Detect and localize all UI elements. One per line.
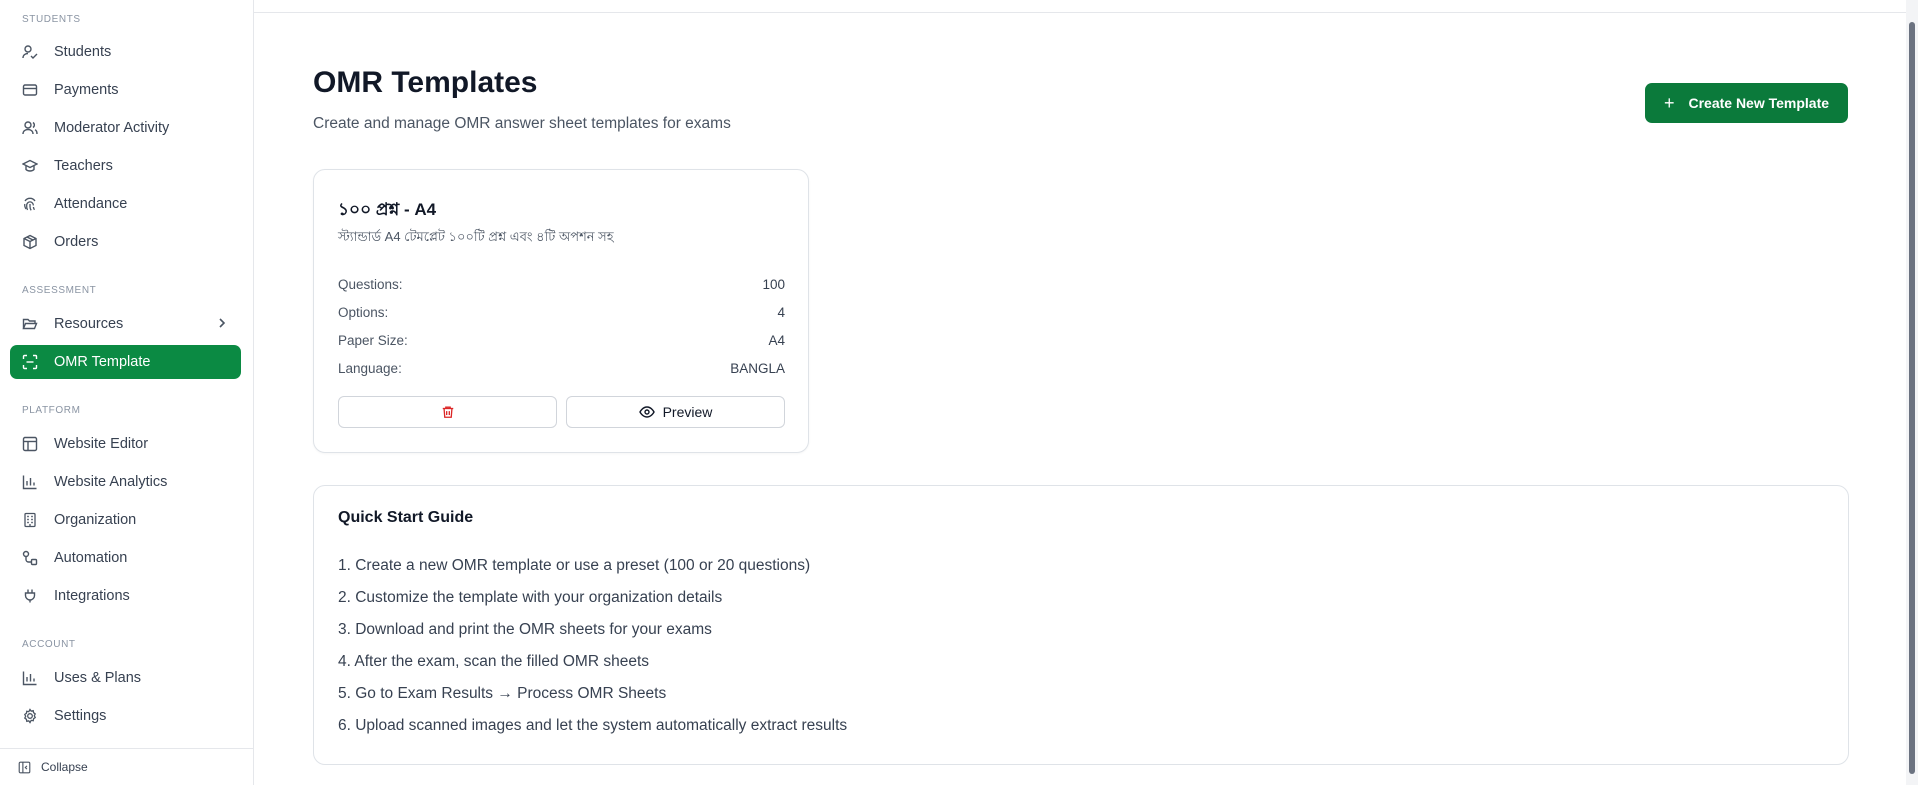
sidebar-item-orders[interactable]: Orders [10,225,241,259]
sidebar-item-omr-template[interactable]: OMR Template [10,345,241,379]
create-new-template-button[interactable]: + Create New Template [1645,83,1848,123]
section-label-students: STUDENTS [22,14,81,25]
sidebar-item-resources[interactable]: Resources [10,307,241,341]
sidebar-item-website-analytics[interactable]: Website Analytics [10,465,241,499]
sidebar-item-label: Payments [54,82,119,98]
plus-icon: + [1663,93,1675,113]
sidebar-item-label: Automation [54,550,128,566]
template-description: স্ট্যান্ডার্ড A4 টেমপ্লেট ১০০টি প্রশ্ন এ… [338,229,614,244]
stat-value: A4 [768,333,785,348]
quick-start-step: 4. After the exam, scan the filled OMR s… [338,653,650,670]
fingerprint-icon [22,196,38,212]
bar-chart-icon [22,474,38,490]
user-check-icon [22,44,38,60]
preview-label: Preview [662,404,713,420]
stat-options: Options: 4 [338,305,785,320]
page-title: OMR Templates [313,66,538,99]
sidebar-item-label: Orders [54,234,99,250]
stat-value: 100 [762,277,785,292]
sidebar-item-website-editor[interactable]: Website Editor [10,427,241,461]
workflow-icon [22,550,38,566]
sidebar-item-label: Teachers [54,158,113,174]
sidebar-item-label: Attendance [54,196,128,212]
sidebar-item-label: Students [54,44,112,60]
sidebar-item-teachers[interactable]: Teachers [10,149,241,183]
sidebar-item-label: OMR Template [54,354,151,370]
sidebar-item-payments[interactable]: Payments [10,73,241,107]
vertical-scrollbar[interactable] [1906,0,1918,785]
quick-start-step: 1. Create a new OMR template or use a pr… [338,557,811,574]
app-root: STUDENTS Students Payments Moderator Act… [0,0,1918,785]
sidebar-item-attendance[interactable]: Attendance [10,187,241,221]
page-subtitle: Create and manage OMR answer sheet templ… [313,115,731,132]
layout-icon [22,436,38,452]
quick-start-step: 3. Download and print the OMR sheets for… [338,621,712,638]
plug-icon [22,588,38,604]
quick-start-title: Quick Start Guide [338,509,474,526]
sidebar-item-label: Settings [54,708,107,724]
stat-language: Language: BANGLA [338,361,785,376]
building-icon [22,512,38,528]
sidebar-item-automation[interactable]: Automation [10,541,241,575]
scrollbar-thumb[interactable] [1909,22,1915,774]
sidebar-item-label: Integrations [54,588,130,604]
template-card: ১০০ প্রশ্ন - A4 স্ট্যান্ডার্ড A4 টেমপ্লে… [313,169,809,453]
quick-start-guide: Quick Start Guide 1. Create a new OMR te… [313,485,1849,765]
credit-card-icon [22,82,38,98]
chevron-right-icon[interactable] [215,316,229,335]
panel-left-close-icon [18,761,31,774]
stat-label: Options: [338,305,389,320]
sidebar-item-label: Website Analytics [54,474,168,490]
section-label-account: ACCOUNT [22,639,76,650]
users-icon [22,120,38,136]
sidebar-item-label: Uses & Plans [54,670,142,686]
preview-button[interactable]: Preview [566,396,785,428]
collapse-button[interactable]: Collapse [0,748,253,785]
sidebar-item-students[interactable]: Students [10,35,241,69]
header-divider [254,12,1918,13]
sidebar-item-uses-plans[interactable]: Uses & Plans [10,661,241,695]
stat-questions: Questions: 100 [338,277,785,292]
quick-start-step: 5. Go to Exam Results → Process OMR Shee… [338,685,667,702]
bar-chart-icon [22,670,38,686]
folder-open-icon [22,316,38,332]
sidebar-item-settings[interactable]: Settings [10,699,241,733]
collapse-label: Collapse [41,760,88,774]
create-button-label: Create New Template [1688,95,1830,111]
template-title: ১০০ প্রশ্ন - A4 [338,200,437,219]
delete-template-button[interactable] [338,396,557,428]
stat-value: BANGLA [730,361,785,376]
section-label-platform: PLATFORM [22,405,81,416]
section-label-assessment: ASSESSMENT [22,285,97,296]
quick-start-step: 2. Customize the template with your orga… [338,589,723,606]
sidebar-item-label: Organization [54,512,137,528]
sidebar-item-label: Website Editor [54,436,149,452]
stat-label: Questions: [338,277,403,292]
package-icon [22,234,38,250]
eye-icon [638,404,655,420]
scan-icon [22,354,38,370]
trash-icon [441,405,455,419]
stat-paper-size: Paper Size: A4 [338,333,785,348]
sidebar-item-moderator-activity[interactable]: Moderator Activity [10,111,241,145]
sidebar-item-label: Resources [54,316,124,332]
sidebar: STUDENTS Students Payments Moderator Act… [0,0,254,785]
sidebar-item-integrations[interactable]: Integrations [10,579,241,613]
quick-start-step: 6. Upload scanned images and let the sys… [338,717,848,734]
sidebar-item-label: Moderator Activity [54,120,170,136]
gear-icon [22,708,38,724]
graduation-cap-icon [22,158,38,174]
stat-value: 4 [777,305,785,320]
stat-label: Paper Size: [338,333,408,348]
stat-label: Language: [338,361,402,376]
sidebar-item-organization[interactable]: Organization [10,503,241,537]
